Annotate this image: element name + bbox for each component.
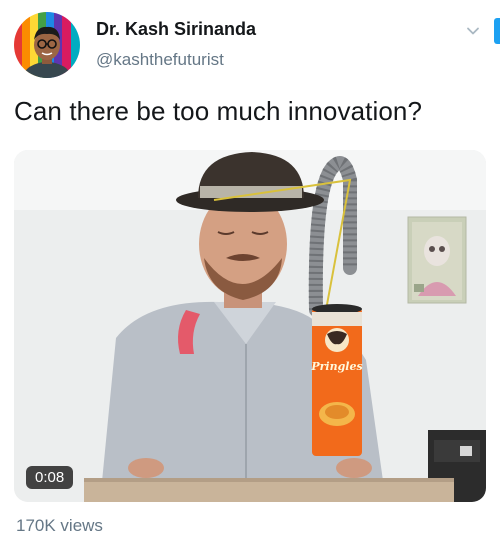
tweet-text: Can there be too much innovation? <box>14 96 423 126</box>
author-handle[interactable]: @kashthefuturist <box>96 50 224 70</box>
pringles-can: Pringles <box>310 304 363 456</box>
pringles-brand-text: Pringles <box>310 360 362 373</box>
scroll-indicator <box>494 18 500 44</box>
author-display-name[interactable]: Dr. Kash Sirinanda <box>96 19 256 40</box>
wall-painting <box>407 216 467 304</box>
avatar-image <box>14 12 80 78</box>
tweet-card: Dr. Kash Sirinanda @kashthefuturist Can … <box>0 0 500 550</box>
video-frame: Pringles <box>14 150 486 502</box>
view-count: 170K views <box>16 516 103 535</box>
video-duration-badge: 0:08 <box>26 466 74 489</box>
video-player[interactable]: Pringles 0:08 <box>14 150 486 502</box>
avatar[interactable] <box>14 12 80 78</box>
chevron-down-icon[interactable] <box>466 24 480 38</box>
